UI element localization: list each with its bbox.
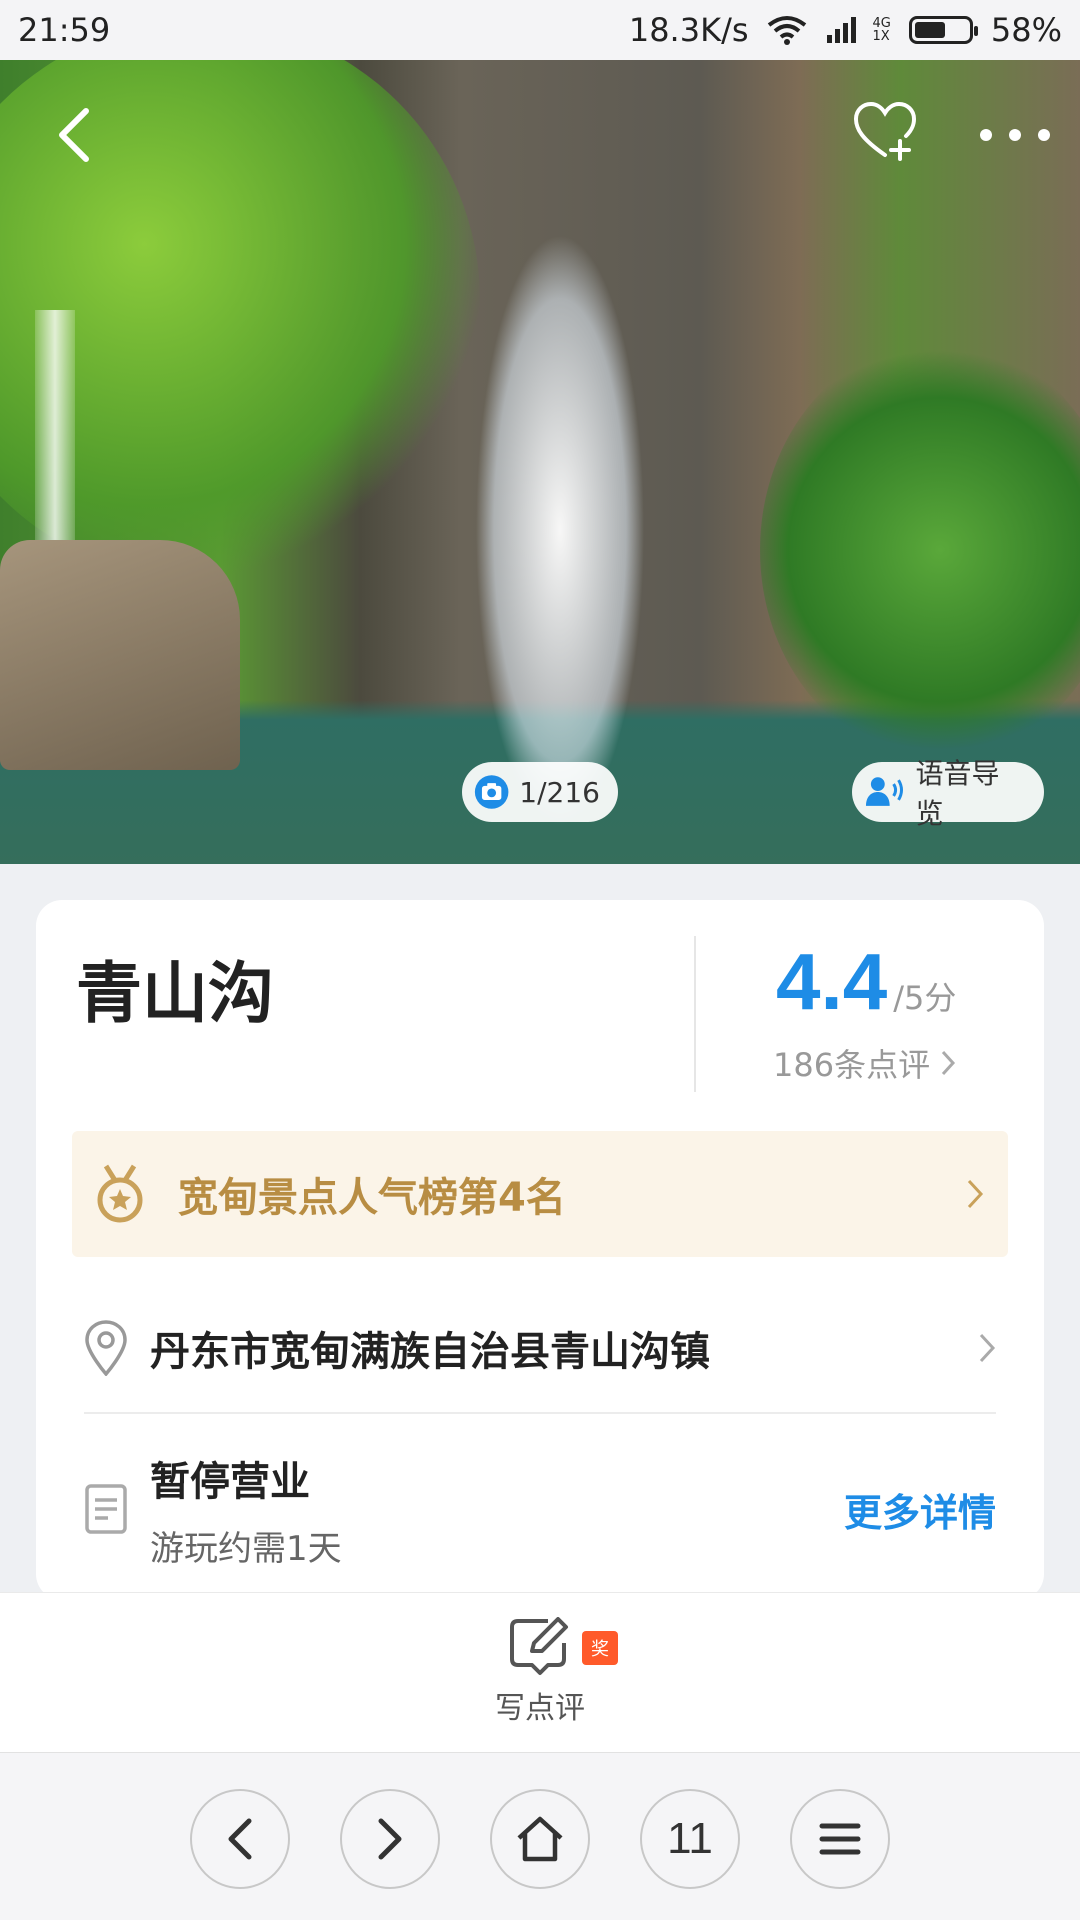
audio-guide-icon	[865, 777, 903, 806]
nav-menu-button[interactable]	[790, 1789, 890, 1889]
reward-badge: 奖	[582, 1631, 618, 1665]
audio-guide-label: 语音导览	[915, 757, 1000, 830]
visit-duration: 游玩约需1天	[150, 1528, 342, 1569]
attraction-name: 青山沟	[76, 955, 274, 1032]
audio-guide-button[interactable]: 语音导览	[852, 757, 1044, 830]
address-row[interactable]: 丹东市宽甸满族自治县青山沟镇	[72, 1300, 1008, 1396]
nav-forward-button[interactable]	[340, 1789, 440, 1889]
hero-photo[interactable]: 1/216 语音导览	[0, 60, 1080, 864]
edit-comment-icon	[510, 1617, 568, 1675]
medal-icon	[97, 1164, 143, 1223]
action-bar: 写点评 奖	[0, 1592, 1080, 1752]
back-button[interactable]	[40, 100, 110, 170]
chevron-left-icon	[228, 1818, 252, 1860]
favorite-button[interactable]	[850, 96, 920, 166]
wifi-icon	[767, 15, 807, 45]
battery-icon	[908, 16, 978, 44]
signal-icon	[825, 15, 865, 45]
info-card: 青山沟 4.4 /5分 186条点评 宽甸景点人气榜第4名 丹东市宽甸满族自治县…	[36, 900, 1044, 1600]
back-arrow-icon	[59, 108, 89, 162]
chevron-right-icon	[941, 1050, 956, 1076]
nav-home-button[interactable]	[490, 1789, 590, 1889]
menu-icon	[819, 1823, 861, 1855]
more-button[interactable]	[975, 100, 1055, 170]
status-bar: 21:59 18.3K/s 4G 1X 58%	[0, 0, 1080, 60]
ranking-banner[interactable]: 宽甸景点人气榜第4名	[72, 1131, 1008, 1257]
screen: 21:59 18.3K/s 4G 1X 58% 1/216 语音导览 青山沟 4…	[0, 0, 1080, 1920]
reviews-link[interactable]: 186条点评	[773, 1040, 956, 1086]
divider	[84, 1412, 996, 1414]
reviews-count: 186条点评	[773, 1046, 931, 1084]
divider	[694, 936, 696, 1092]
home-icon	[517, 1816, 563, 1862]
network-speed: 18.3K/s	[628, 11, 749, 49]
more-details-link[interactable]: 更多详情	[844, 1482, 996, 1537]
address-text: 丹东市宽甸满族自治县青山沟镇	[150, 1329, 710, 1375]
ranking-label: 宽甸景点人气榜第4名	[178, 1175, 566, 1221]
photo-counter: 1/216	[519, 775, 600, 809]
write-review-label: 写点评	[495, 1691, 585, 1726]
chevron-right-icon	[378, 1818, 402, 1860]
hours-row[interactable]: 暂停营业 游玩约需1天 更多详情	[72, 1444, 1008, 1574]
browser-nav-bar: 11	[0, 1752, 1080, 1920]
nav-back-button[interactable]	[190, 1789, 290, 1889]
document-icon	[85, 1484, 127, 1534]
status-time: 21:59	[18, 11, 111, 49]
tabs-count: 11	[667, 1814, 713, 1863]
location-pin-icon	[85, 1320, 127, 1376]
write-review-button[interactable]: 写点评 奖	[480, 1617, 618, 1737]
open-status: 暂停营业	[150, 1458, 310, 1505]
battery-percent: 58%	[990, 11, 1062, 49]
chevron-right-icon	[967, 1179, 984, 1209]
network-type: 4G 1X	[872, 16, 891, 44]
heart-add-icon	[853, 101, 917, 161]
chevron-right-icon	[979, 1333, 996, 1363]
photo-counter-button[interactable]: 1/216	[462, 762, 618, 822]
rating-score: 4.4 /5分	[776, 937, 957, 1026]
nav-tabs-button[interactable]: 11	[640, 1789, 740, 1889]
more-dots-icon	[980, 129, 1050, 141]
camera-icon	[474, 775, 509, 809]
